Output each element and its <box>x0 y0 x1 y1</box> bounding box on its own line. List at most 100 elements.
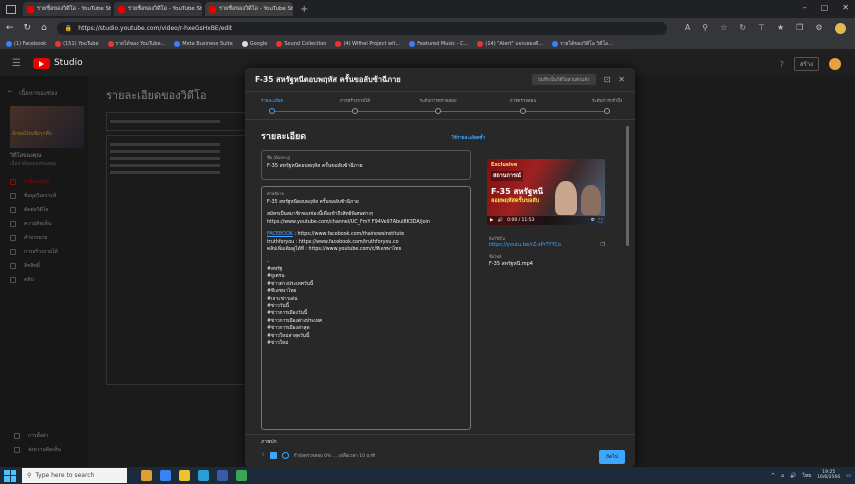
video-link[interactable]: https://youtu.be/rZ-zPrTYYCo <box>489 242 561 248</box>
sidebar-video-title: วิดีโอของคุณ <box>10 153 42 159</box>
sidebar-item-details[interactable]: รายละเอียด <box>6 175 82 189</box>
youtube-logo-icon[interactable] <box>32 57 50 69</box>
subtitles-icon <box>10 235 16 241</box>
refresh-icon[interactable]: ↻ <box>739 23 746 34</box>
help-icon[interactable]: ? <box>780 60 784 69</box>
app-icon[interactable] <box>217 470 228 481</box>
facebook-label[interactable]: FACEBOOK <box>267 232 293 237</box>
bookmark-project[interactable]: (4) Wifhei Project wit... <box>335 40 400 47</box>
new-tab-icon[interactable]: + <box>300 4 308 15</box>
studio-header-actions: ? สร้าง <box>780 57 841 71</box>
browser-tab-3[interactable]: รายชื่อของวิดีโอ - YouTube Stu× <box>205 2 293 16</box>
back-arrow-icon[interactable]: ← <box>6 23 14 33</box>
thumb-main-text: สถานการณ์ <box>491 171 524 181</box>
bookmark-music[interactable]: Featured Music - C... <box>409 40 468 47</box>
description-line: F-35 สหรัฐหนีตอบพฤหัส ครั้นขอลับซ้าฉีภาย <box>267 200 359 205</box>
browser-tab-1[interactable]: รายชื่อของวิดีโอ - YouTube Stu× <box>23 2 111 16</box>
sidebar-item-editor[interactable]: ตัดต่อวิดีโอ <box>6 203 82 217</box>
sidebar-item-monetization[interactable]: การสร้างรายได้ <box>6 245 82 259</box>
bookmark-videos[interactable]: รายได้ของวิดีโอ วิดีโอ... <box>552 40 613 48</box>
minimize-icon[interactable]: – <box>803 3 807 12</box>
sidebar-item-comments[interactable]: ความคิดเห็น <box>6 217 82 231</box>
player-controls: ▶ 🔊 0:00 / 11:53 ⚙ ⛶ <box>487 216 605 225</box>
close-window-icon[interactable]: ✕ <box>842 3 849 12</box>
split-icon[interactable]: ⊤ <box>758 23 765 34</box>
browser-tab-2[interactable]: รายชื่อของวิดีโอ - YouTube Stu× <box>114 2 202 16</box>
sidebar-item-analytics[interactable]: ข้อมูลวิเคราะห์ <box>6 189 82 203</box>
reuse-details-link[interactable]: ใช้รายละเอียดซ้ำ <box>452 134 485 141</box>
taskbar-search[interactable]: ⚲ Type here to search <box>22 468 127 483</box>
reload-icon[interactable]: ↻ <box>24 23 32 33</box>
bookmark-youtube-revenue[interactable]: รายได้ของ YouTube... <box>107 40 165 48</box>
play-icon[interactable]: ▶ <box>490 218 493 223</box>
create-button[interactable]: สร้าง <box>793 57 819 71</box>
thumb-sub-text: ลอยพฤหัสครั้นขอลับ <box>491 198 540 204</box>
channel-avatar[interactable] <box>829 58 841 70</box>
step-monetization[interactable]: การสร้างรายได้ <box>320 97 390 114</box>
windows-start-icon[interactable] <box>4 469 16 482</box>
dialog-footer: ภาพปก ⇧ กำลังตรวจสอบ 0% ... เหลือเวลา 10… <box>245 434 635 467</box>
title-field[interactable]: ชื่อ (ต้องระบุ) F-35 สหรัฐหนีตอบพฤหัส คร… <box>261 150 471 180</box>
sidebar-item-feedback[interactable]: ส่งความคิดเห็น <box>10 443 61 457</box>
chevron-up-icon[interactable]: ^ <box>771 473 775 479</box>
alert-icon[interactable]: ⊡ <box>604 75 611 84</box>
bookmark-sound[interactable]: Sound Collection <box>276 40 326 47</box>
video-preview-player[interactable]: Exclusive สถานการณ์ F-35 สหรัฐหนี ลอยพฤห… <box>487 159 605 225</box>
fullscreen-icon[interactable]: ⛶ <box>599 218 602 224</box>
sidebar-item-copyright[interactable]: ลิขสิทธิ์ <box>6 259 82 273</box>
title-field-label: ชื่อ (ต้องระบุ) <box>267 155 291 160</box>
sidebar-video-thumbnail[interactable]: ลักษณ์รัสเซียรุกคืบ <box>10 106 84 148</box>
step-visibility[interactable]: ระดับการเข้าถึง <box>572 97 635 114</box>
collections-icon[interactable]: ❒ <box>796 23 803 34</box>
favorites-icon[interactable]: ★ <box>777 23 784 34</box>
hd-icon <box>269 452 277 459</box>
network-icon[interactable]: ⌂ <box>781 473 784 479</box>
profile-avatar[interactable] <box>834 22 846 34</box>
copy-icon[interactable]: ❐ <box>601 242 605 248</box>
window-menu-icon[interactable] <box>6 4 16 14</box>
notification-icon[interactable]: ▭ <box>846 473 851 479</box>
thumb-person-image <box>581 185 601 215</box>
bookmark-google[interactable]: Google <box>241 40 267 47</box>
weather-icon[interactable] <box>141 470 152 481</box>
read-aloud-icon[interactable]: A <box>685 23 690 34</box>
bookmark-meta[interactable]: Meta Business Suite <box>174 40 233 47</box>
store-icon[interactable] <box>198 470 209 481</box>
taskbar-clock[interactable]: 19:25 16/6/2566 <box>817 470 840 481</box>
sidebar-item-subtitles[interactable]: คำบรรยาย <box>6 231 82 245</box>
video-meta: ลิงก์วิดีโอ https://youtu.be/rZ-zPrTYYCo… <box>487 225 605 268</box>
feedback-icon <box>14 447 20 453</box>
home-icon[interactable]: ⌂ <box>41 23 47 33</box>
studio-sidebar: ← เนื้อหาของช่อง ลักษณ์รัสเซียรุกคืบ วิดี… <box>0 76 88 467</box>
description-field[interactable]: คำอธิบาย F-35 สหรัฐหนีตอบพฤหัส ครั้นขอลั… <box>261 186 471 430</box>
bookmark-youtube[interactable]: (151) YouTube <box>55 40 99 47</box>
settings-icon[interactable]: ⚙ <box>591 218 595 223</box>
menu-icon[interactable]: ☰ <box>12 58 21 69</box>
language-indicator[interactable]: ไทย <box>802 472 811 480</box>
maximize-icon[interactable]: ▢ <box>821 3 829 12</box>
bookmark-alert[interactable]: (14) "Alert" แจกเพลงดี... <box>477 40 543 48</box>
dialog-scrollbar[interactable] <box>626 126 629 246</box>
favorite-star-icon[interactable]: ☆ <box>720 23 727 34</box>
edge-icon[interactable] <box>160 470 171 481</box>
url-field[interactable]: 🔒 https://studio.youtube.com/video/r-hxe… <box>56 21 667 35</box>
extensions-icon[interactable]: ⚙ <box>815 23 822 34</box>
next-button[interactable]: ถัดไป <box>599 450 625 464</box>
step-dot <box>520 108 526 114</box>
back-to-content[interactable]: ← เนื้อหาของช่อง <box>8 88 82 98</box>
zoom-icon[interactable]: ⚲ <box>702 23 708 34</box>
step-details[interactable]: รายละเอียด <box>245 97 307 114</box>
facebook-icon <box>6 40 12 47</box>
bookmark-facebook[interactable]: (1) Facebook <box>6 40 46 47</box>
chrome-icon[interactable] <box>236 470 247 481</box>
close-icon[interactable]: ✕ <box>618 75 625 84</box>
page-icon <box>552 40 559 47</box>
pencil-icon <box>10 179 16 185</box>
sidebar-item-settings[interactable]: การตั้งค่า <box>10 429 61 443</box>
step-checks[interactable]: ระดับการตรวจสอบ <box>403 97 473 114</box>
speaker-icon[interactable]: 🔊 <box>790 473 796 479</box>
file-explorer-icon[interactable] <box>179 470 190 481</box>
step-review[interactable]: การตรวจสอบ <box>488 97 558 114</box>
volume-icon[interactable]: 🔊 <box>497 218 503 223</box>
sidebar-item-clips[interactable]: คลิป <box>6 273 82 287</box>
